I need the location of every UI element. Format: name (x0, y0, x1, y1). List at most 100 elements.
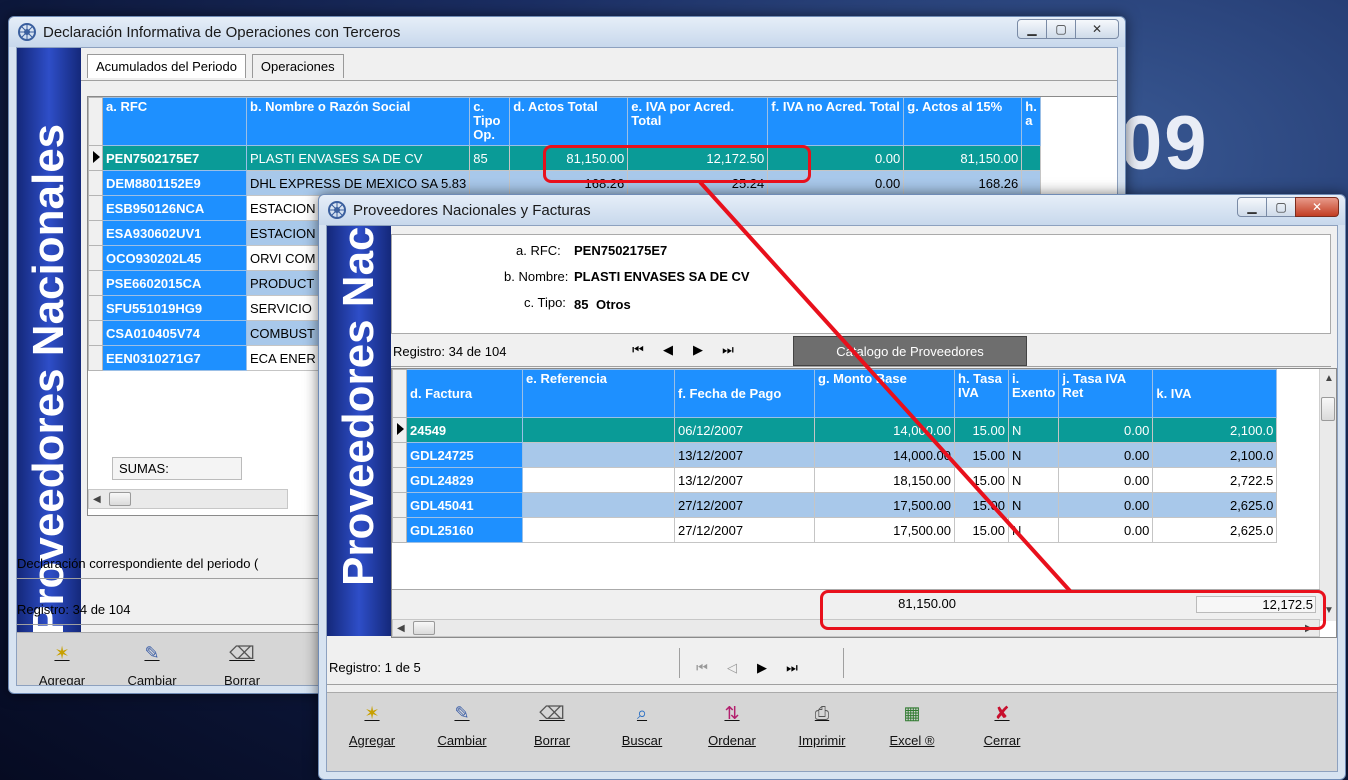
cell-factura[interactable]: 24549 (406, 417, 523, 443)
borrar-button[interactable]: ⌫ Borrar (507, 693, 597, 771)
cell-rfc[interactable]: PEN7502175E7 (102, 145, 247, 171)
cell[interactable] (88, 220, 103, 246)
cell[interactable] (392, 417, 407, 443)
cell-tipo[interactable]: 85 (469, 145, 511, 171)
last-record-icon[interactable]: ⏭ (777, 660, 807, 676)
cerrar-button[interactable]: ✘ Cerrar (957, 693, 1047, 771)
cell[interactable] (88, 195, 103, 221)
maximize-button[interactable]: ▢ (1046, 19, 1076, 39)
tab-acumulados[interactable]: Acumulados del Periodo (87, 54, 246, 78)
cell[interactable] (1021, 145, 1041, 171)
col-exento[interactable]: i. Exento (1007, 369, 1060, 418)
cell-ret[interactable]: 0.00 (1058, 517, 1154, 543)
catalogo-proveedores-tab[interactable]: Catalogo de Proveedores (793, 336, 1027, 366)
borrar-button[interactable]: ⌫ Borrar (197, 633, 287, 686)
close-button[interactable]: ✕ (1295, 197, 1339, 217)
cell-fecha[interactable]: 06/12/2007 (674, 417, 815, 443)
cell-factura[interactable]: GDL24725 (406, 442, 523, 468)
vertical-scrollbar[interactable]: ▲ ▼ (1319, 369, 1336, 621)
agregar-button[interactable]: ✶ Agregar (17, 633, 107, 686)
cell-ref[interactable] (522, 517, 675, 543)
cell-ret[interactable]: 0.00 (1058, 467, 1154, 493)
prev-record-icon[interactable]: ◀ (653, 342, 683, 358)
cell[interactable] (88, 170, 103, 196)
cell-fecha[interactable]: 27/12/2007 (674, 492, 815, 518)
cell-tasa[interactable]: 15.00 (954, 517, 1009, 543)
cell-ret[interactable]: 0.00 (1058, 417, 1154, 443)
next-record-icon[interactable]: ▶ (747, 660, 777, 676)
cell[interactable] (88, 270, 103, 296)
cell-ref[interactable] (522, 417, 675, 443)
cell[interactable] (392, 467, 407, 493)
tab-operaciones[interactable]: Operaciones (251, 54, 344, 78)
col-monto-base[interactable]: g. Monto Base (814, 369, 955, 418)
horizontal-scrollbar[interactable]: ◀ (88, 489, 288, 509)
cell[interactable] (392, 492, 407, 518)
cell-monto[interactable]: 18,150.00 (814, 467, 955, 493)
col-referencia[interactable]: e. Referencia (522, 369, 675, 418)
title-bar[interactable]: Declaración Informativa de Operaciones c… (9, 17, 1125, 47)
cell-exento[interactable]: N (1007, 467, 1060, 493)
col-fecha-pago[interactable]: f. Fecha de Pago (674, 369, 815, 418)
cell-rfc[interactable]: ESA930602UV1 (102, 220, 247, 246)
cell-monto[interactable]: 17,500.00 (814, 492, 955, 518)
cell-fecha[interactable]: 13/12/2007 (674, 467, 815, 493)
cell-ref[interactable] (522, 492, 675, 518)
table-row[interactable]: GDL45041 27/12/2007 17,500.00 15.00 N 0.00 2,6… (392, 492, 1278, 518)
col-tasa-iva-ret[interactable]: j. Tasa IVA Ret (1058, 369, 1154, 418)
col-tasa-iva[interactable]: h. Tasa IVA (954, 369, 1009, 418)
close-button[interactable]: ✕ (1075, 19, 1119, 39)
cell-ret[interactable]: 0.00 (1058, 492, 1154, 518)
cell-factura[interactable]: GDL24829 (406, 467, 523, 493)
cell-fecha[interactable]: 27/12/2007 (674, 517, 815, 543)
col-iva-no-acred[interactable]: f. IVA no Acred. Total (767, 97, 905, 146)
cell-tasa[interactable]: 15.00 (954, 467, 1009, 493)
cell-fecha[interactable]: 13/12/2007 (674, 442, 815, 468)
scroll-left-icon[interactable]: ◀ (93, 494, 101, 505)
first-record-icon[interactable]: ⏮ (687, 660, 717, 676)
cell-actos15[interactable]: 168.26 (903, 170, 1023, 196)
cell-tasa[interactable]: 15.00 (954, 442, 1009, 468)
cell-iva[interactable]: 2,625.0 (1152, 517, 1278, 543)
col-iva[interactable]: k. IVA (1152, 369, 1278, 418)
cell-exento[interactable]: N (1007, 417, 1060, 443)
first-record-icon[interactable]: ⏮ (623, 342, 653, 358)
col-rfc[interactable]: a. RFC (102, 97, 247, 146)
minimize-button[interactable]: ▁ (1017, 19, 1047, 39)
imprimir-button[interactable]: ⎙ Imprimir (777, 693, 867, 771)
table-row[interactable]: GDL24725 13/12/2007 14,000.00 15.00 N 0.00 2,1… (392, 442, 1278, 468)
table-row[interactable]: 24549 06/12/2007 14,000.00 15.00 N 0.00 2,100.… (392, 417, 1278, 443)
col-h[interactable]: h. a (1021, 97, 1041, 146)
col-factura[interactable]: d. Factura (406, 369, 523, 418)
cell[interactable] (88, 345, 103, 371)
maximize-button[interactable]: ▢ (1266, 197, 1296, 217)
cell-nombre[interactable]: DHL EXPRESS DE MEXICO SA 5.83 (245, 170, 471, 196)
excel-button[interactable]: ▦ Excel ® (867, 693, 957, 771)
cell-monto[interactable]: 14,000.00 (814, 442, 955, 468)
cell-iva[interactable]: 2,100.0 (1152, 442, 1278, 468)
cell-tipo[interactable] (469, 170, 511, 196)
cell[interactable] (392, 517, 407, 543)
cell-ref[interactable] (522, 442, 675, 468)
cell-monto[interactable]: 14,000.00 (814, 417, 955, 443)
prev-record-icon[interactable]: ◁ (717, 660, 747, 676)
agregar-button[interactable]: ✶ Agregar (327, 693, 417, 771)
col-iva-acred[interactable]: e. IVA por Acred. Total (627, 97, 769, 146)
cell-factura[interactable]: GDL45041 (406, 492, 523, 518)
cell-monto[interactable]: 17,500.00 (814, 517, 955, 543)
last-record-icon[interactable]: ⏭ (713, 342, 743, 358)
col-nombre[interactable]: b. Nombre o Razón Social (245, 97, 471, 146)
cell[interactable] (88, 245, 103, 271)
cell-rfc[interactable]: SFU551019HG9 (102, 295, 247, 321)
cell-rfc[interactable]: ESB950126NCA (102, 195, 247, 221)
scroll-up-icon[interactable]: ▲ (1324, 373, 1334, 384)
cell-rfc[interactable]: PSE6602015CA (102, 270, 247, 296)
next-record-icon[interactable]: ▶ (683, 342, 713, 358)
cell[interactable] (88, 145, 103, 171)
cell-exento[interactable]: N (1007, 517, 1060, 543)
cell-rfc[interactable]: DEM8801152E9 (102, 170, 247, 196)
title-bar[interactable]: Proveedores Nacionales y Facturas ▁ ▢ ✕ (319, 195, 1345, 225)
cell-iva[interactable]: 2,625.0 (1152, 492, 1278, 518)
table-row[interactable]: GDL25160 27/12/2007 17,500.00 15.00 N 0.00 2,6… (392, 517, 1278, 543)
cell-factura[interactable]: GDL25160 (406, 517, 523, 543)
